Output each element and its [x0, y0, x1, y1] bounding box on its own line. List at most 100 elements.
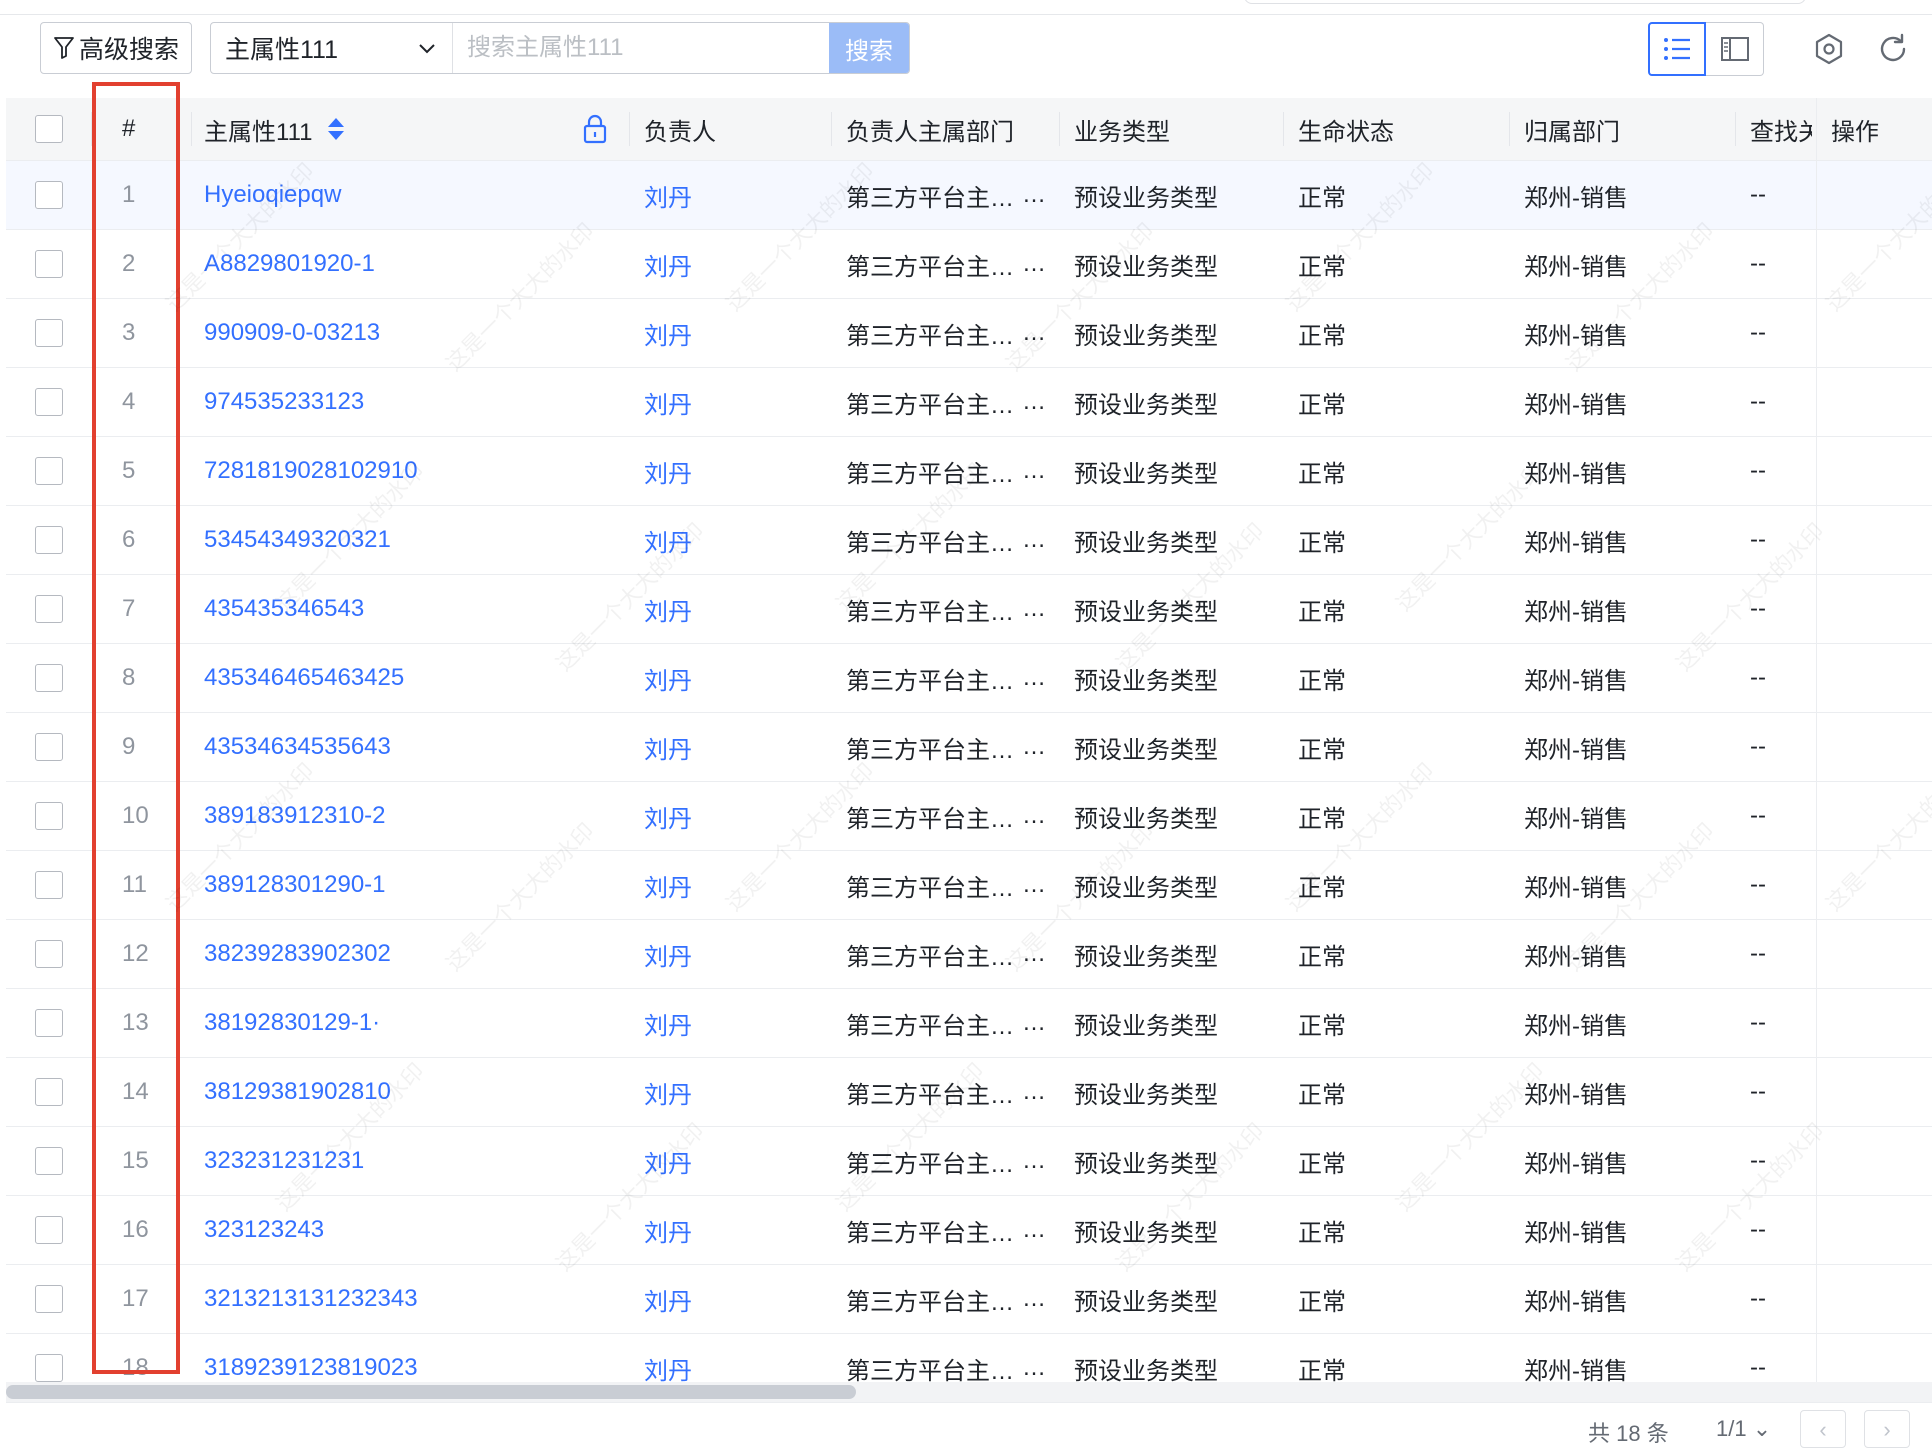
row-main-link[interactable]: 323231231231 [204, 1147, 364, 1175]
panel-view-button[interactable] [1706, 22, 1764, 76]
select-all-checkbox[interactable] [35, 115, 63, 143]
horizontal-scrollbar[interactable] [6, 1382, 1932, 1402]
table-row[interactable]: 3 990909-0-03213 刘丹 第三方平台主属部门… 预设业务类型 正常 郑州-销售… [6, 299, 1932, 368]
row-main-link[interactable]: 38129381902810 [204, 1078, 391, 1106]
row-owner-link[interactable]: 刘丹 [644, 1282, 692, 1317]
filter-icon [54, 37, 74, 59]
refresh-button[interactable] [1870, 26, 1916, 72]
row-owner-link[interactable]: 刘丹 [644, 316, 692, 351]
row-owner-cell: 刘丹 [630, 1127, 832, 1195]
row-life-status: 正常 [1298, 598, 1346, 626]
row-find: -- [1750, 526, 1766, 553]
row-owner-link[interactable]: 刘丹 [644, 385, 692, 420]
row-main-link[interactable]: 3189239123819023 [204, 1354, 418, 1382]
row-main-link[interactable]: 974535233123 [204, 388, 364, 416]
table-row[interactable]: 2 A8829801920-1 刘丹 第三方平台主属部门… 预设业务类型 正常 郑州-销售 -… [6, 230, 1932, 299]
row-owner-link[interactable]: 刘丹 [644, 799, 692, 834]
row-biz-type: 预设业务类型 [1074, 805, 1218, 833]
advanced-search-button[interactable]: 高级搜索 [40, 22, 192, 74]
row-biz-type: 预设业务类型 [1074, 598, 1218, 626]
row-checkbox[interactable] [35, 1216, 63, 1244]
header-main[interactable]: 主属性111 [192, 98, 630, 160]
table-row[interactable]: 16 323123243 刘丹 第三方平台主属部门… 预设业务类型 正常 郑州-销售 -- [6, 1196, 1932, 1265]
table-row[interactable]: 8 435346465463425 刘丹 第三方平台主属部门… 预设业务类型 正常 郑州-销… [6, 644, 1932, 713]
row-checkbox[interactable] [35, 319, 63, 347]
row-owner-link[interactable]: 刘丹 [644, 937, 692, 972]
row-checkbox[interactable] [35, 1078, 63, 1106]
row-checkbox[interactable] [35, 733, 63, 761]
lock-icon[interactable] [582, 114, 608, 144]
sort-icon[interactable] [326, 115, 346, 143]
row-checkbox[interactable] [35, 802, 63, 830]
row-biz-type: 预设业务类型 [1074, 184, 1218, 212]
row-owner-link[interactable]: 刘丹 [644, 1075, 692, 1110]
next-page-button[interactable]: › [1864, 1410, 1910, 1448]
row-owner-dept: 第三方平台主属部门… [832, 1058, 1060, 1126]
table-row[interactable]: 17 3213213131232343 刘丹 第三方平台主属部门… 预设业务类型 正常 郑州… [6, 1265, 1932, 1334]
row-main-link[interactable]: 7281819028102910 [204, 457, 418, 485]
settings-button[interactable] [1806, 26, 1852, 72]
row-main-link[interactable]: 53454349320321 [204, 526, 391, 554]
row-main-link[interactable]: 38239283902302 [204, 940, 391, 968]
row-main-link[interactable]: 43534634535643 [204, 733, 391, 761]
row-main-link[interactable]: 389128301290-1 [204, 871, 386, 899]
row-checkbox[interactable] [35, 1285, 63, 1313]
table-row[interactable]: 15 323231231231 刘丹 第三方平台主属部门… 预设业务类型 正常 郑州-销售 -… [6, 1127, 1932, 1196]
row-org-dept: 郑州-销售 [1524, 1219, 1628, 1247]
row-checkbox[interactable] [35, 250, 63, 278]
row-owner-link[interactable]: 刘丹 [644, 247, 692, 282]
row-main-link[interactable]: A8829801920-1 [204, 250, 375, 278]
row-owner-link[interactable]: 刘丹 [644, 592, 692, 627]
row-main-link[interactable]: 3213213131232343 [204, 1285, 418, 1313]
table-row[interactable]: 12 38239283902302 刘丹 第三方平台主属部门… 预设业务类型 正常 郑州-销… [6, 920, 1932, 989]
row-owner-link[interactable]: 刘丹 [644, 1351, 692, 1386]
page-selector[interactable]: 1/1 ⌄ [1716, 1416, 1771, 1442]
row-owner-link[interactable]: 刘丹 [644, 1213, 692, 1248]
row-checkbox[interactable] [35, 595, 63, 623]
row-owner-link[interactable]: 刘丹 [644, 1144, 692, 1179]
row-checkbox[interactable] [35, 1354, 63, 1382]
header-find-label: 查找关 [1750, 118, 1812, 146]
row-checkbox[interactable] [35, 526, 63, 554]
row-owner-link[interactable]: 刘丹 [644, 730, 692, 765]
scrollbar-thumb[interactable] [6, 1385, 856, 1399]
row-checkbox[interactable] [35, 871, 63, 899]
search-input[interactable] [453, 23, 829, 73]
row-main-link[interactable]: 389183912310-2 [204, 802, 386, 830]
row-checkbox[interactable] [35, 940, 63, 968]
row-select-cell [6, 299, 92, 367]
row-life-status: 正常 [1298, 943, 1346, 971]
table-row[interactable]: 11 389128301290-1 刘丹 第三方平台主属部门… 预设业务类型 正常 郑州-销… [6, 851, 1932, 920]
row-owner-link[interactable]: 刘丹 [644, 868, 692, 903]
row-checkbox[interactable] [35, 1147, 63, 1175]
row-checkbox[interactable] [35, 457, 63, 485]
table-row[interactable]: 10 389183912310-2 刘丹 第三方平台主属部门… 预设业务类型 正常 郑州-销… [6, 782, 1932, 851]
table-row[interactable]: 14 38129381902810 刘丹 第三方平台主属部门… 预设业务类型 正常 郑州-销… [6, 1058, 1932, 1127]
list-view-button[interactable] [1648, 22, 1706, 76]
row-owner-link[interactable]: 刘丹 [644, 454, 692, 489]
table-row[interactable]: 1 Hyeioqiepqw 刘丹 第三方平台主属部门… 预设业务类型 正常 郑州-销售 -- [6, 161, 1932, 230]
row-owner-link[interactable]: 刘丹 [644, 523, 692, 558]
prev-page-button[interactable]: ‹ [1800, 1410, 1846, 1448]
table-row[interactable]: 4 974535233123 刘丹 第三方平台主属部门… 预设业务类型 正常 郑州-销售 -- [6, 368, 1932, 437]
row-checkbox[interactable] [35, 1009, 63, 1037]
row-main-link[interactable]: 435346465463425 [204, 664, 404, 692]
row-checkbox[interactable] [35, 388, 63, 416]
row-main-link[interactable]: 323123243 [204, 1216, 324, 1244]
row-main-link[interactable]: 990909-0-03213 [204, 319, 380, 347]
table-row[interactable]: 7 435435346543 刘丹 第三方平台主属部门… 预设业务类型 正常 郑州-销售 -- [6, 575, 1932, 644]
table-row[interactable]: 5 7281819028102910 刘丹 第三方平台主属部门… 预设业务类型 正常 郑州-… [6, 437, 1932, 506]
row-checkbox[interactable] [35, 664, 63, 692]
row-owner-link[interactable]: 刘丹 [644, 1006, 692, 1041]
table-row[interactable]: 6 53454349320321 刘丹 第三方平台主属部门… 预设业务类型 正常 郑州-销售… [6, 506, 1932, 575]
row-owner-link[interactable]: 刘丹 [644, 178, 692, 213]
row-checkbox[interactable] [35, 181, 63, 209]
row-main-link[interactable]: Hyeioqiepqw [204, 181, 341, 209]
row-main-link[interactable]: 38192830129-1· [204, 1009, 380, 1037]
row-main-link[interactable]: 435435346543 [204, 595, 364, 623]
search-button[interactable]: 搜索 [829, 23, 909, 73]
table-row[interactable]: 13 38192830129-1· 刘丹 第三方平台主属部门… 预设业务类型 正常 郑州-销… [6, 989, 1932, 1058]
row-owner-link[interactable]: 刘丹 [644, 661, 692, 696]
table-row[interactable]: 9 43534634535643 刘丹 第三方平台主属部门… 预设业务类型 正常 郑州-销售… [6, 713, 1932, 782]
search-field-select[interactable]: 主属性111 [211, 23, 453, 73]
